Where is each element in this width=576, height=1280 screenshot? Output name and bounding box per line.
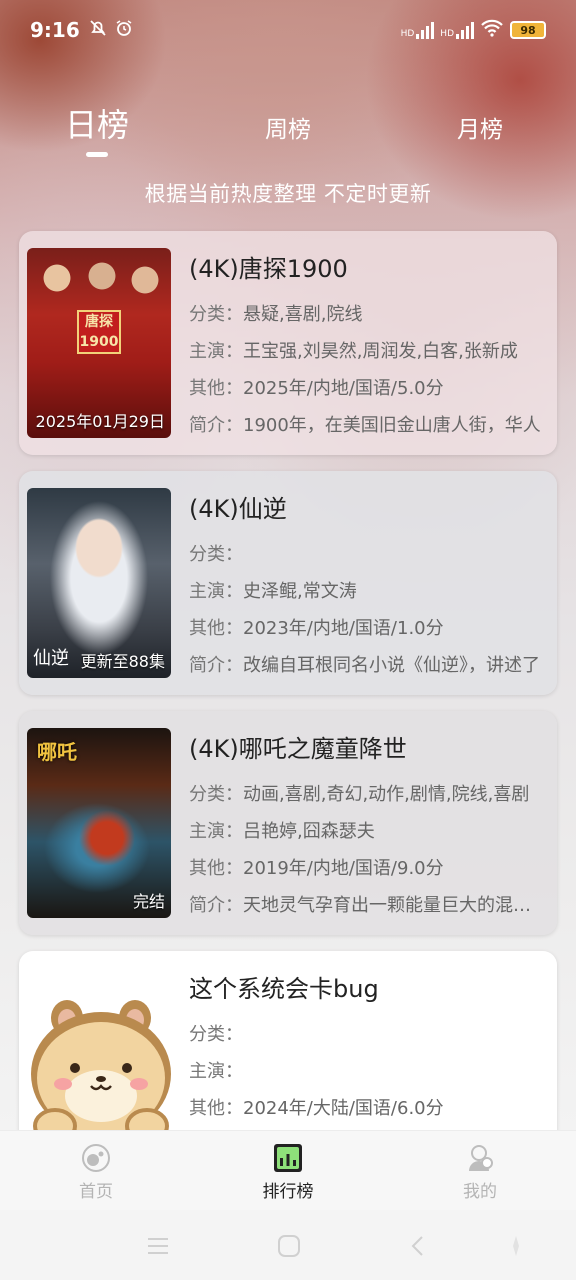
cast-value: 王宝强,刘昊然,周润发,白客,张新成 bbox=[243, 341, 518, 362]
cast-label: 主演： bbox=[189, 1061, 243, 1082]
signal-bars-icon bbox=[456, 21, 474, 39]
alarm-icon bbox=[114, 18, 134, 43]
category-label: 分类： bbox=[189, 304, 243, 325]
poster-badge: 更新至88集 bbox=[80, 652, 165, 671]
home-square-icon[interactable] bbox=[277, 1234, 301, 1258]
assistant-icon[interactable] bbox=[504, 1234, 528, 1258]
tab-weekly[interactable]: 周榜 bbox=[228, 110, 348, 144]
cast-label: 主演： bbox=[189, 821, 243, 842]
intro-value: 改编自耳根同名小说《仙逆》，讲述了 bbox=[243, 655, 540, 676]
video-title: (4K)仙逆 bbox=[189, 495, 287, 523]
battery-indicator: 98 bbox=[510, 21, 546, 39]
home-icon bbox=[82, 1144, 110, 1172]
menu-icon[interactable] bbox=[146, 1234, 170, 1258]
mute-bell-icon bbox=[88, 18, 108, 43]
video-title: 这个系统会卡bug bbox=[189, 975, 379, 1003]
cast-value: 史泽鲲,常文涛 bbox=[243, 581, 357, 602]
video-title: (4K)哪吒之魔童降世 bbox=[189, 735, 407, 763]
tab-indicator bbox=[86, 152, 108, 157]
category-value: 动画,喜剧,奇幻,动作,剧情,院线,喜剧 bbox=[243, 784, 530, 805]
intro-value: 天地灵气孕育出一颗能量巨大的混元珠 bbox=[243, 895, 545, 916]
other-value: 2023年/内地/国语/1.0分 bbox=[243, 618, 444, 639]
intro-value: 1900年，在美国旧金山唐人街，华人 bbox=[243, 415, 541, 436]
hamster-mascot-icon bbox=[31, 1000, 171, 1144]
video-title: (4K)唐探1900 bbox=[189, 255, 348, 283]
other-value: 2019年/内地/国语/9.0分 bbox=[243, 858, 444, 879]
cast-label: 主演： bbox=[189, 581, 243, 602]
cast-value: 吕艳婷,囧森瑟夫 bbox=[243, 821, 375, 842]
ranking-icon bbox=[274, 1144, 302, 1172]
nav-label: 首页 bbox=[79, 1182, 113, 1202]
bottom-nav: 首页 排行榜 我的 bbox=[0, 1130, 576, 1210]
profile-icon bbox=[469, 1145, 493, 1171]
category-label: 分类： bbox=[189, 544, 243, 565]
other-value: 2025年/内地/国语/5.0分 bbox=[243, 378, 444, 399]
video-card[interactable]: 哪吒 完结 (4K)哪吒之魔童降世 分类：动画,喜剧,奇幻,动作,剧情,院线,喜… bbox=[19, 711, 557, 935]
wifi-icon bbox=[480, 19, 504, 41]
poster-badge: 完结 bbox=[132, 892, 165, 911]
poster-image: 仙逆 更新至88集 bbox=[27, 488, 171, 678]
poster-logo: 哪吒 bbox=[37, 740, 77, 764]
poster-image: 唐探1900 2025年01月29日 bbox=[27, 248, 171, 438]
back-icon[interactable] bbox=[406, 1234, 430, 1258]
nav-label: 排行榜 bbox=[262, 1182, 314, 1202]
poster-title-sign: 唐探1900 bbox=[77, 310, 121, 354]
hd-signal-2: HD bbox=[440, 21, 474, 39]
ranking-subtitle: 根据当前热度整理 不定时更新 bbox=[144, 182, 432, 206]
nav-profile[interactable]: 我的 bbox=[430, 1143, 530, 1202]
nav-ranking[interactable]: 排行榜 bbox=[238, 1143, 338, 1202]
hd-label: HD bbox=[400, 29, 415, 39]
hd-label: HD bbox=[440, 29, 454, 39]
poster-calligraphy: 仙逆 bbox=[33, 648, 69, 669]
other-label: 其他： bbox=[189, 378, 243, 399]
video-card[interactable]: 仙逆 更新至88集 (4K)仙逆 分类： 主演：史泽鲲,常文涛 其他：2023年… bbox=[19, 471, 557, 695]
system-nav-bar bbox=[0, 1210, 576, 1280]
other-label: 其他： bbox=[189, 1098, 243, 1119]
other-label: 其他： bbox=[189, 858, 243, 879]
other-value: 2024年/大陆/国语/6.0分 bbox=[243, 1098, 444, 1119]
category-label: 分类： bbox=[189, 1024, 243, 1045]
status-bar: 9:16 HD HD 98 bbox=[0, 0, 576, 60]
ranking-tabs: 日榜 周榜 月榜 bbox=[0, 100, 576, 160]
tab-monthly[interactable]: 月榜 bbox=[420, 110, 540, 144]
hd-signal-1: HD bbox=[401, 21, 435, 39]
other-label: 其他： bbox=[189, 618, 243, 639]
intro-label: 简介： bbox=[189, 895, 243, 916]
category-value: 悬疑,喜剧,院线 bbox=[243, 304, 363, 325]
nav-home[interactable]: 首页 bbox=[46, 1143, 146, 1202]
signal-bars-icon bbox=[416, 21, 435, 39]
intro-label: 简介： bbox=[189, 655, 243, 676]
poster-badge: 2025年01月29日 bbox=[35, 412, 165, 431]
poster-image: 哪吒 完结 bbox=[27, 728, 171, 918]
tab-daily[interactable]: 日榜 bbox=[37, 100, 157, 146]
intro-label: 简介： bbox=[189, 415, 243, 436]
nav-label: 我的 bbox=[463, 1182, 497, 1202]
cast-label: 主演： bbox=[189, 341, 243, 362]
video-card[interactable]: 唐探1900 2025年01月29日 (4K)唐探1900 分类：悬疑,喜剧,院… bbox=[19, 231, 557, 455]
status-time: 9:16 bbox=[30, 18, 80, 42]
category-label: 分类： bbox=[189, 784, 243, 805]
